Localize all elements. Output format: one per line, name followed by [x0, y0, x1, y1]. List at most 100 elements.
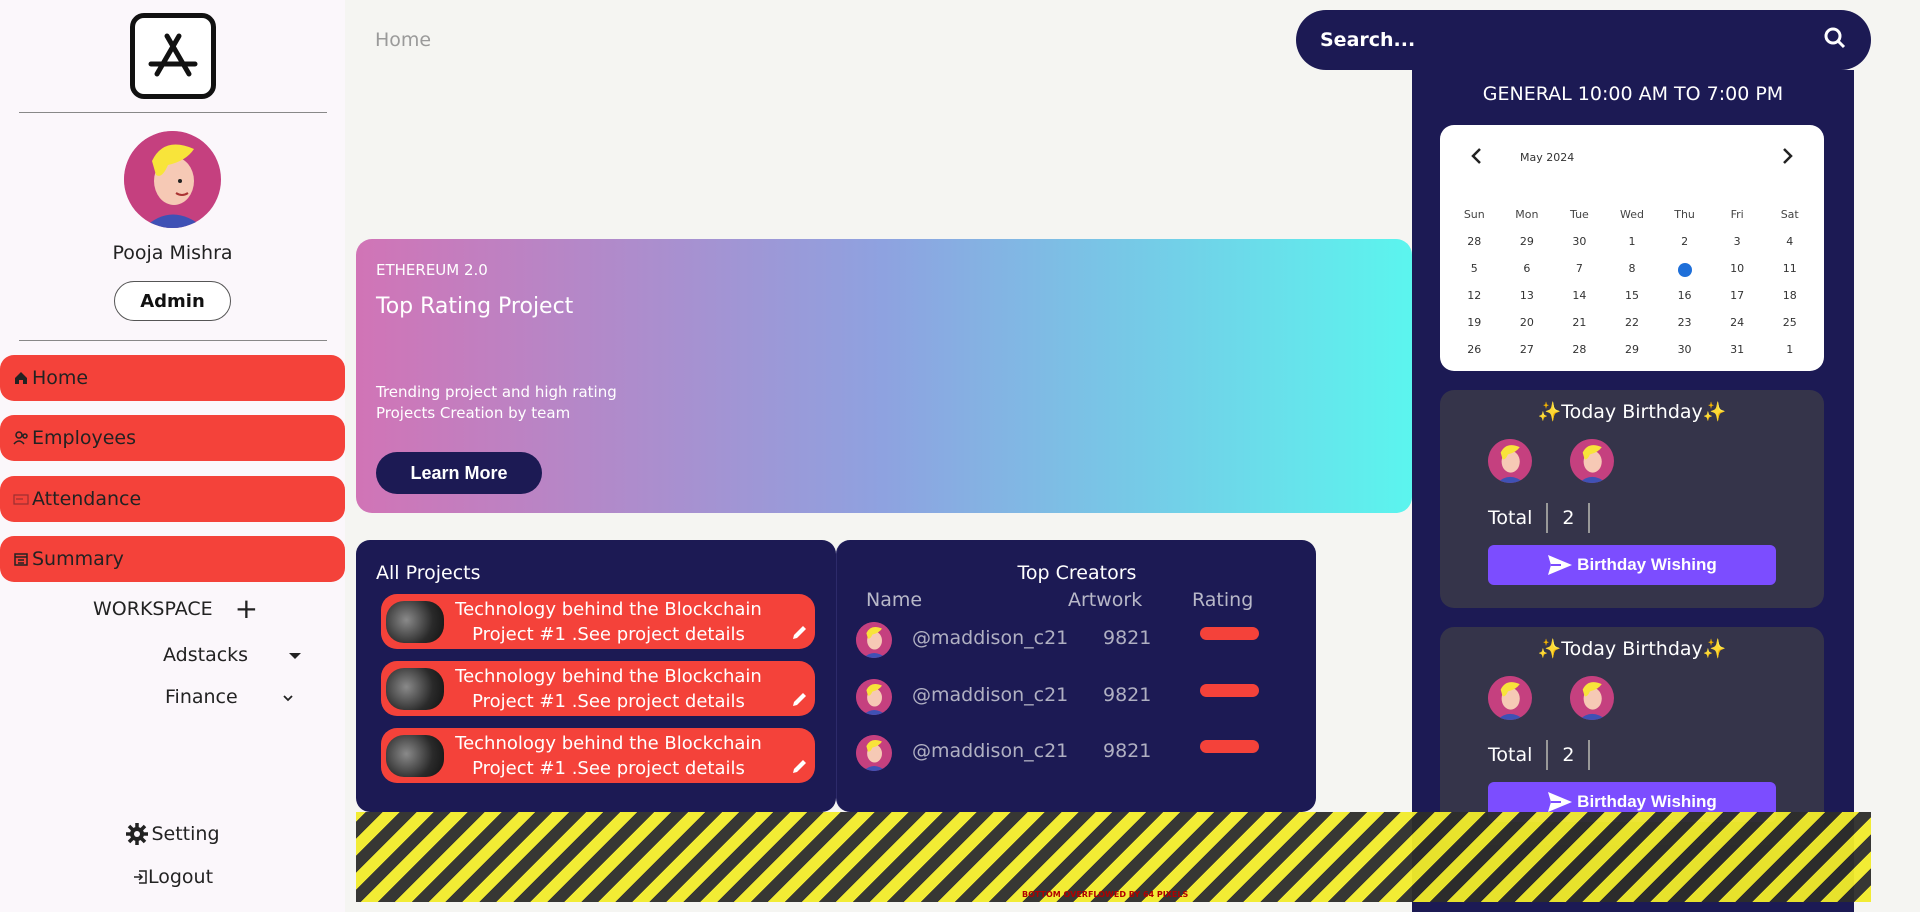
calendar-day[interactable]: 27: [1501, 340, 1554, 367]
calendar-day[interactable]: 21: [1553, 313, 1606, 340]
calendar-day[interactable]: 25: [1763, 313, 1816, 340]
learn-more-button[interactable]: Learn More: [376, 452, 542, 494]
creator-artwork: 9821: [1103, 740, 1152, 762]
logout-link[interactable]: Logout: [0, 866, 345, 888]
calendar-day[interactable]: 26: [1448, 340, 1501, 367]
calendar-day[interactable]: 1: [1606, 232, 1659, 259]
search-input[interactable]: [1320, 29, 1823, 51]
avatar[interactable]: [1570, 439, 1614, 483]
shift-label: GENERAL 10:00 AM TO 7:00 PM: [1482, 83, 1784, 105]
calendar-grid: Sun Mon Tue Wed Thu Fri Sat 28 29 30 1 2 3 4 5 6 7 8 9 10 11…: [1448, 205, 1816, 367]
divider: [1588, 503, 1591, 533]
calendar-day[interactable]: 3: [1711, 232, 1764, 259]
calendar-day[interactable]: 1: [1763, 340, 1816, 367]
avatar: [856, 622, 892, 658]
setting-link[interactable]: Setting: [0, 822, 345, 846]
creator-row[interactable]: @maddison_c21 9821: [837, 675, 1317, 715]
calendar-day[interactable]: 16: [1658, 286, 1711, 313]
calendar-day[interactable]: 6: [1501, 259, 1554, 286]
overflow-warning-label: BOTTOM OVERFLOWED BY 64 PIXELS: [1022, 890, 1189, 899]
chevron-left-icon[interactable]: [1470, 147, 1484, 169]
calendar-day[interactable]: 11: [1763, 259, 1816, 286]
home-icon: [12, 369, 30, 387]
calendar-day[interactable]: 22: [1606, 313, 1659, 340]
calendar-day[interactable]: 28: [1448, 232, 1501, 259]
calendar-day[interactable]: 19: [1448, 313, 1501, 340]
pencil-icon[interactable]: [785, 690, 815, 716]
nav-item-label: Summary: [32, 548, 124, 570]
nav-item-label: Home: [32, 367, 89, 389]
creator-name: @maddison_c21: [912, 684, 1069, 706]
app-store-icon[interactable]: [130, 13, 216, 99]
add-workspace-button[interactable]: +: [235, 595, 258, 623]
calendar-day[interactable]: 29: [1501, 232, 1554, 259]
workspace-item-label: Finance: [165, 686, 238, 708]
creator-row[interactable]: @maddison_c21 9821: [837, 618, 1317, 658]
chevron-right-icon[interactable]: [1780, 147, 1794, 169]
workspace-label: WORKSPACE: [93, 598, 213, 620]
project-item[interactable]: Technology behind the Blockchain Project…: [381, 594, 815, 649]
creator-row[interactable]: @maddison_c21 9821: [837, 731, 1317, 771]
calendar-day[interactable]: 17: [1711, 286, 1764, 313]
banner-title: Top Rating Project: [376, 294, 574, 319]
avatar: [856, 735, 892, 771]
pencil-icon[interactable]: [785, 757, 815, 783]
send-icon: [1547, 791, 1573, 813]
calendar-day[interactable]: 24: [1711, 313, 1764, 340]
calendar-day[interactable]: 28: [1553, 340, 1606, 367]
calendar-day[interactable]: 10: [1711, 259, 1764, 286]
divider: [19, 340, 327, 341]
card-icon: [12, 490, 30, 508]
calendar-day[interactable]: 8: [1606, 259, 1659, 286]
nav-item-employees[interactable]: Employees: [0, 415, 345, 461]
avatar[interactable]: [1488, 439, 1532, 483]
logout-icon: [132, 869, 148, 885]
calendar-day[interactable]: 23: [1658, 313, 1711, 340]
role-badge[interactable]: Admin: [114, 281, 231, 321]
calendar-day[interactable]: 14: [1553, 286, 1606, 313]
caret-down-icon[interactable]: [288, 644, 302, 666]
calendar-weekday: Thu: [1674, 208, 1695, 221]
calendar-day[interactable]: 31: [1711, 340, 1764, 367]
breadcrumb[interactable]: Home: [375, 29, 431, 51]
calendar-day[interactable]: 5: [1448, 259, 1501, 286]
pencil-icon[interactable]: [785, 623, 815, 649]
total-label: Total: [1488, 507, 1533, 529]
project-item[interactable]: Technology behind the Blockchain Project…: [381, 728, 815, 783]
wish-label: Birthday Wishing: [1577, 555, 1717, 574]
calendar-day[interactable]: 30: [1553, 232, 1606, 259]
calendar-day[interactable]: 7: [1553, 259, 1606, 286]
avatar[interactable]: [1570, 676, 1614, 720]
workspace-item-adstacks[interactable]: Adstacks: [163, 644, 302, 666]
calendar-day[interactable]: 12: [1448, 286, 1501, 313]
projects-heading: All Projects: [376, 562, 481, 584]
calendar-day[interactable]: 9: [1658, 259, 1711, 286]
calendar-day[interactable]: 4: [1763, 232, 1816, 259]
calendar-day[interactable]: 15: [1606, 286, 1659, 313]
calendar-day[interactable]: 20: [1501, 313, 1554, 340]
nav-item-label: Employees: [32, 427, 136, 449]
rating-bar: [1200, 684, 1259, 697]
total-value: 2: [1562, 507, 1575, 529]
search-icon[interactable]: [1823, 26, 1847, 54]
nav-item-home[interactable]: Home: [0, 355, 345, 401]
nav-item-summary[interactable]: Summary: [0, 536, 345, 582]
calendar-day[interactable]: 30: [1658, 340, 1711, 367]
overflow-warning-stripes: [356, 812, 1871, 902]
creators-heading: Top Creators: [1017, 562, 1137, 584]
creator-artwork: 9821: [1103, 684, 1152, 706]
calendar-day[interactable]: 18: [1763, 286, 1816, 313]
avatar[interactable]: [124, 131, 221, 228]
calendar-day[interactable]: 2: [1658, 232, 1711, 259]
project-item[interactable]: Technology behind the Blockchain Project…: [381, 661, 815, 716]
nav-item-attendance[interactable]: Attendance: [0, 476, 345, 522]
avatar[interactable]: [1488, 676, 1532, 720]
chevron-down-icon[interactable]: [282, 686, 294, 708]
creator-name: @maddison_c21: [912, 627, 1069, 649]
calendar-day[interactable]: 29: [1606, 340, 1659, 367]
birthday-wishing-button[interactable]: Birthday Wishing: [1488, 545, 1776, 585]
calendar-day[interactable]: 13: [1501, 286, 1554, 313]
search-bar[interactable]: [1296, 10, 1871, 70]
workspace-item-finance[interactable]: Finance: [165, 686, 294, 708]
calendar-weekday: Wed: [1620, 208, 1644, 221]
